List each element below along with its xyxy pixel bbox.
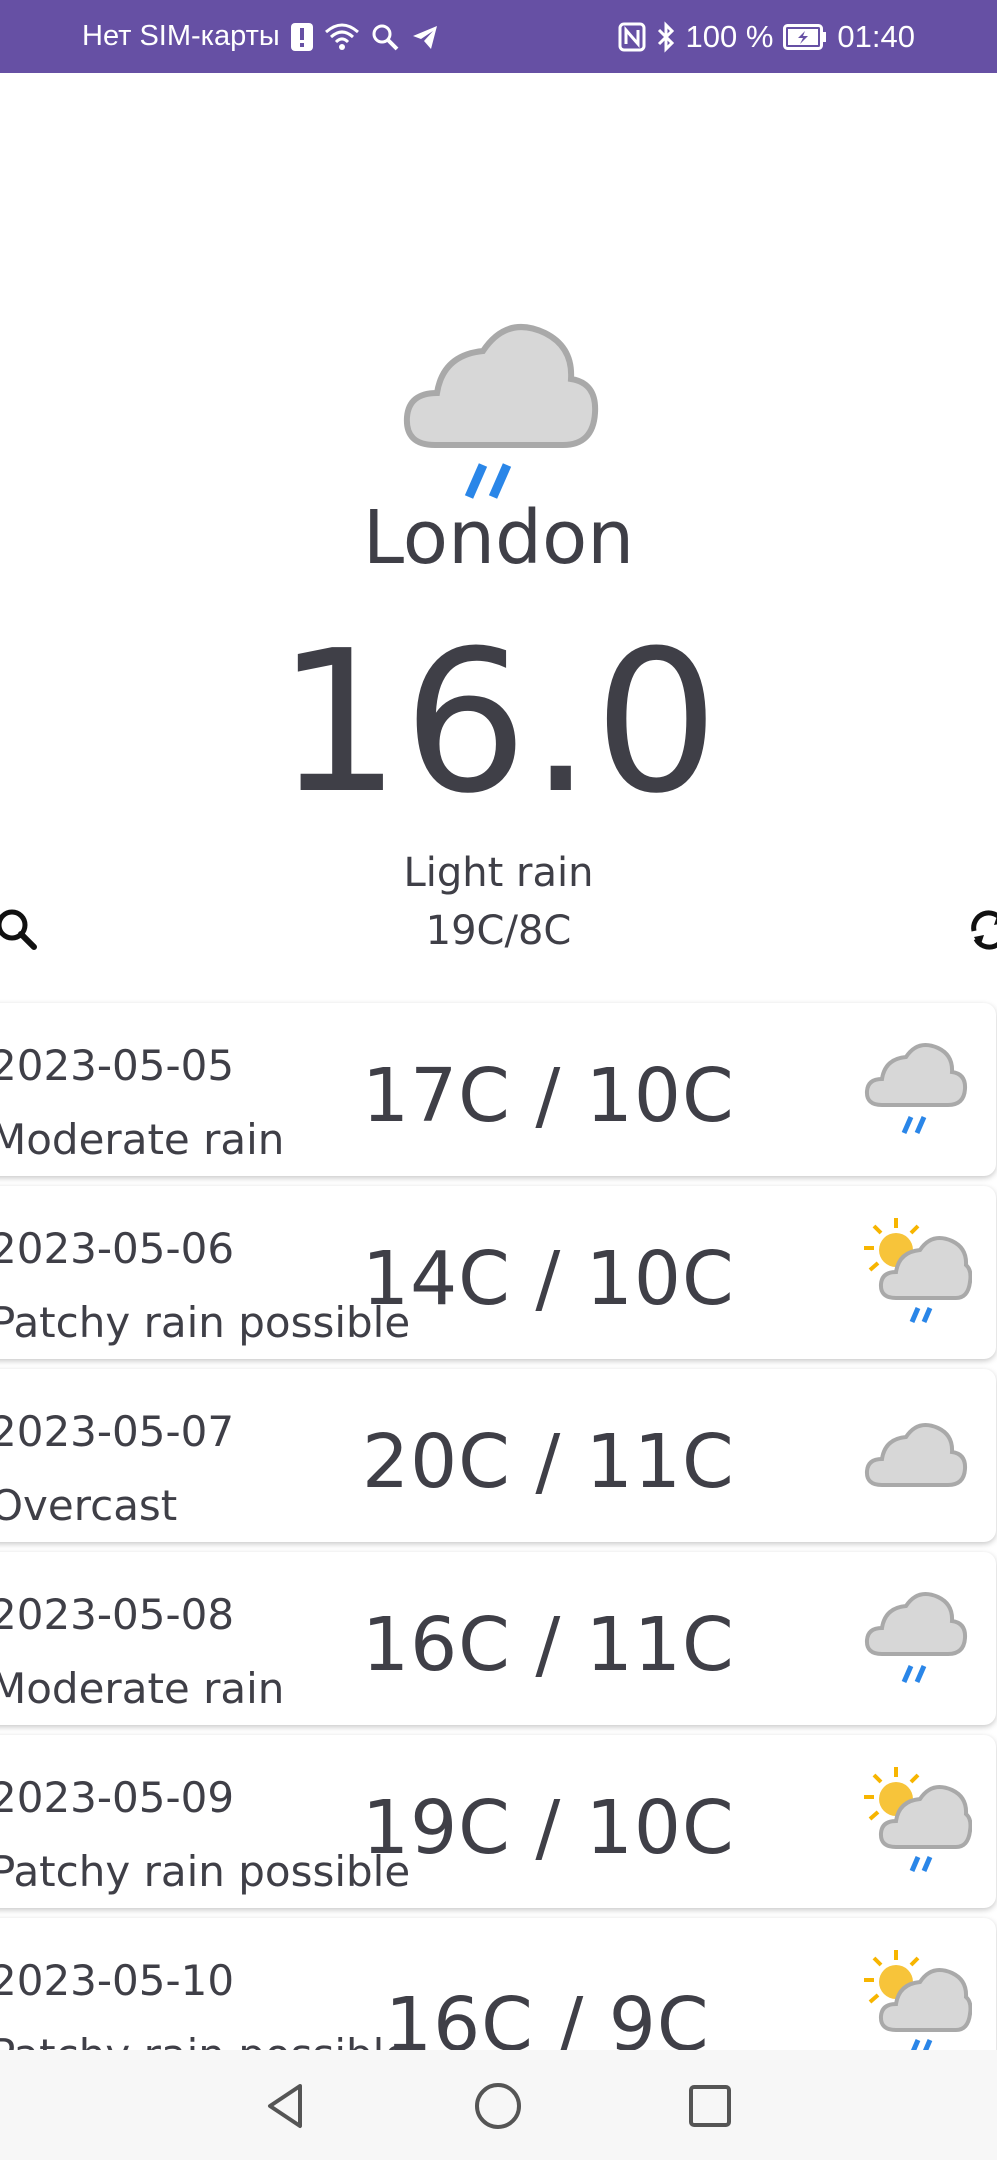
nfc-icon	[618, 22, 646, 52]
forecast-list[interactable]: 2023-05-05 Moderate rain 17C / 10C 2023-…	[0, 995, 997, 2050]
forecast-description: Moderate rain	[0, 1664, 285, 1713]
forecast-range: 14C / 10C	[362, 1236, 735, 1322]
forecast-range: 16C / 11C	[362, 1602, 735, 1688]
current-temperature: 16.0	[276, 609, 721, 837]
forecast-card[interactable]: 2023-05-08 Moderate rain 16C / 11C	[0, 1552, 996, 1725]
sun-rain-cloud-icon	[860, 1765, 973, 1875]
forecast-date: 2023-05-07	[0, 1407, 235, 1456]
current-high-low: 19C/8C	[425, 908, 572, 954]
wifi-icon	[324, 22, 360, 52]
forecast-description: Patchy rain possible	[0, 1847, 411, 1896]
battery-percent: 100 %	[685, 18, 774, 54]
status-right: 100 % 01:40	[618, 0, 915, 73]
cloud-icon	[860, 1399, 972, 1509]
forecast-date: 2023-05-09	[0, 1773, 235, 1822]
current-condition: Light rain	[403, 850, 594, 896]
forecast-range: 17C / 10C	[362, 1053, 735, 1139]
search-status-icon	[370, 22, 400, 52]
forecast-card[interactable]: 2023-05-10 Patchy rain possible 16C / 9C	[0, 1918, 996, 2050]
clock: 01:40	[837, 18, 915, 54]
refresh-icon[interactable]	[964, 905, 997, 955]
back-icon[interactable]	[260, 2080, 312, 2132]
forecast-date: 2023-05-06	[0, 1224, 235, 1273]
forecast-card[interactable]: 2023-05-09 Patchy rain possible 19C / 10…	[0, 1735, 996, 1908]
forecast-range: 19C / 10C	[362, 1785, 735, 1871]
forecast-date: 2023-05-08	[0, 1590, 235, 1639]
light-rain-cloud-icon	[395, 305, 610, 505]
sim-alert-icon	[290, 22, 314, 52]
forecast-card[interactable]: 2023-05-06 Patchy rain possible 14C / 10…	[0, 1186, 996, 1359]
navigation-bar	[0, 2050, 997, 2160]
forecast-card[interactable]: 2023-05-05 Moderate rain 17C / 10C	[0, 1003, 996, 1176]
forecast-date: 2023-05-10	[0, 1956, 235, 2005]
forecast-range: 16C / 9C	[385, 1982, 710, 2050]
carrier-text: Нет SIM-карты	[82, 20, 280, 52]
rain-cloud-icon	[860, 1582, 972, 1692]
sun-rain-cloud-icon	[860, 1216, 973, 1326]
status-bar: Нет SIM-карты 100 % 01:40	[0, 0, 997, 73]
search-icon[interactable]	[0, 905, 42, 955]
city-name: London	[362, 495, 635, 581]
forecast-description: Moderate rain	[0, 1115, 285, 1164]
forecast-date: 2023-05-05	[0, 1041, 235, 1090]
rain-cloud-icon	[860, 1033, 972, 1143]
forecast-description: Patchy rain possible	[0, 2030, 410, 2050]
bluetooth-icon	[656, 20, 676, 53]
status-left: Нет SIM-карты	[82, 0, 440, 73]
telegram-icon	[410, 22, 440, 52]
sun-rain-cloud-icon	[860, 1948, 973, 2050]
forecast-description: Overcast	[0, 1481, 178, 1530]
forecast-card[interactable]: 2023-05-07 Overcast 20C / 11C	[0, 1369, 996, 1542]
home-icon[interactable]	[472, 2080, 524, 2132]
recents-icon[interactable]	[684, 2080, 736, 2132]
forecast-description: Patchy rain possible	[0, 1298, 411, 1347]
battery-charging-icon	[783, 23, 827, 50]
forecast-range: 20C / 11C	[362, 1419, 735, 1505]
